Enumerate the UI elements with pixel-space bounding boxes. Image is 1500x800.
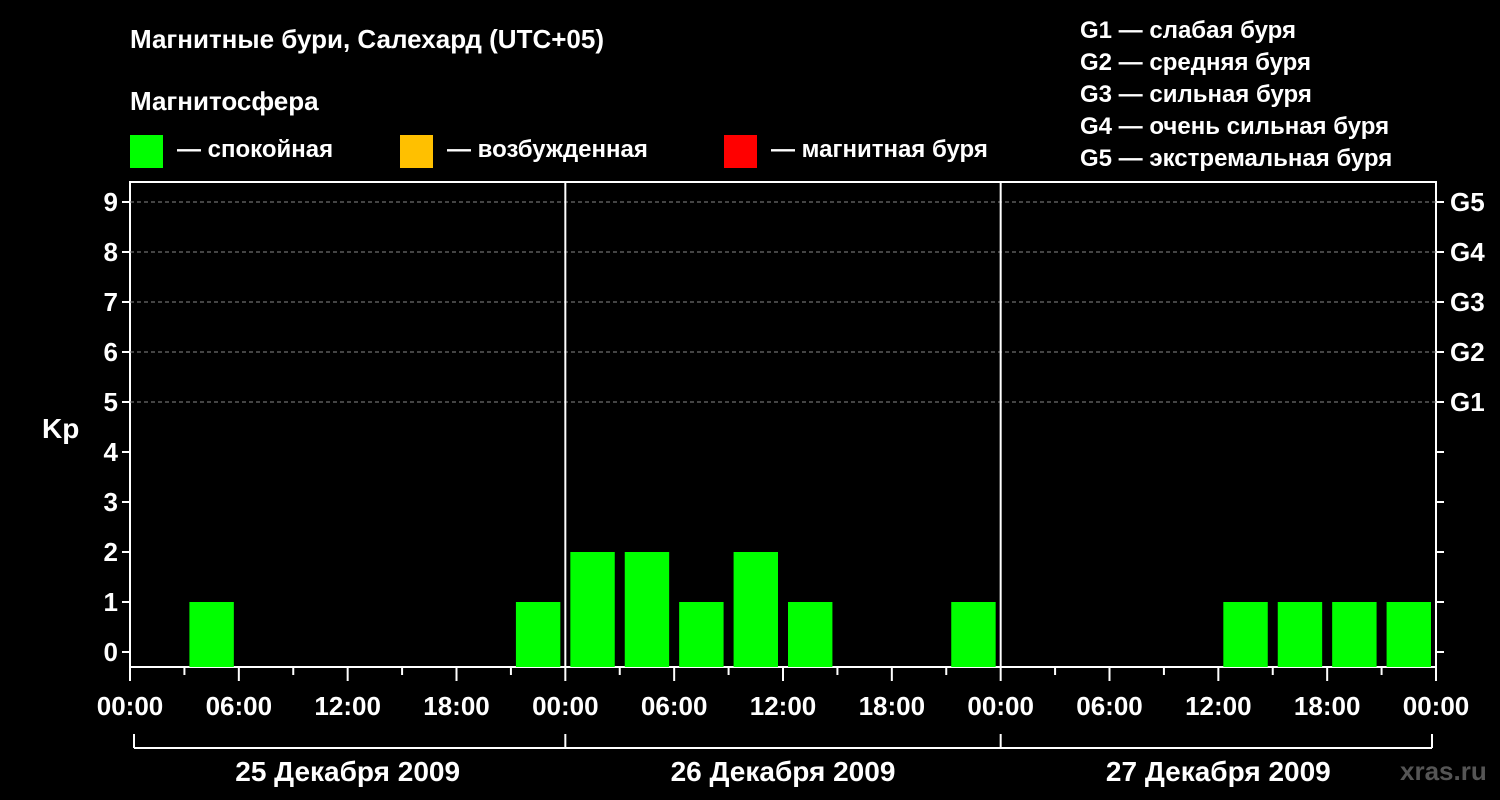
x-tick-label: 00:00 <box>1403 691 1470 721</box>
magnetic-storm-chart: Магнитные бури, Салехард (UTC+05) Магнит… <box>42 17 1487 787</box>
kp-bar <box>679 602 724 667</box>
y-axis-label: Kp <box>42 413 79 444</box>
plot-area: 0 1 2 3 4 5 6 7 8 9 G1 G2 G3 G4 G5 00:00 06:00 12:00 18:00… <box>97 181 1485 787</box>
x-tick-label: 00:00 <box>967 691 1034 721</box>
kp-bar <box>1386 602 1431 667</box>
x-tick-label: 18:00 <box>859 691 926 721</box>
legend-label-storm: — магнитная буря <box>771 136 988 163</box>
storm-scale-g5: G5 — экстремальная буря <box>1080 145 1392 172</box>
kp-bar <box>788 602 833 667</box>
kp-bar <box>624 552 670 667</box>
day-label: 26 Декабря 2009 <box>671 756 896 787</box>
y-tick-label: 9 <box>104 187 118 217</box>
kp-bar <box>951 602 996 667</box>
kp-bar <box>1223 602 1268 667</box>
legend-swatch-excited <box>400 135 433 168</box>
legend-swatch-quiet <box>130 135 163 168</box>
storm-scale-legend: G1 — слабая буря G2 — средняя буря G3 — … <box>1080 17 1392 172</box>
y-tick-label: 1 <box>104 587 118 617</box>
y-tick-label: 3 <box>104 487 118 517</box>
plot-frame <box>129 181 1437 668</box>
legend-swatch-storm <box>724 135 757 168</box>
chart-root: Магнитные бури, Салехард (UTC+05) Магнит… <box>0 0 1500 800</box>
storm-scale-g1: G1 — слабая буря <box>1080 17 1296 44</box>
y-tick-label: 5 <box>104 387 118 417</box>
legend: — спокойная — возбужденная — магнитная б… <box>130 135 988 168</box>
legend-label-quiet: — спокойная <box>177 136 333 163</box>
day-label: 25 Декабря 2009 <box>235 756 460 787</box>
watermark: xras.ru <box>1400 756 1487 786</box>
kp-bar <box>1332 602 1377 667</box>
chart-title: Магнитные бури, Салехард (UTC+05) <box>130 24 604 54</box>
right-tick-label-g3: G3 <box>1450 287 1485 317</box>
x-tick-label: 06:00 <box>641 691 708 721</box>
kp-bar <box>1277 602 1323 667</box>
x-tick-label: 00:00 <box>532 691 599 721</box>
kp-bar <box>733 552 778 667</box>
right-tick-label-g4: G4 <box>1450 237 1485 267</box>
x-tick-label: 06:00 <box>206 691 273 721</box>
x-tick-label: 18:00 <box>1294 691 1361 721</box>
y-tick-label: 7 <box>104 287 118 317</box>
y-tick-label: 2 <box>104 537 118 567</box>
kp-bar <box>515 602 561 667</box>
y-tick-label: 0 <box>104 637 118 667</box>
y-tick-label: 8 <box>104 237 118 267</box>
storm-scale-g3: G3 — сильная буря <box>1080 81 1312 108</box>
kp-bar <box>570 552 615 667</box>
x-tick-label: 12:00 <box>314 691 381 721</box>
x-tick-label: 06:00 <box>1076 691 1143 721</box>
y-tick-label: 6 <box>104 337 118 367</box>
storm-scale-g2: G2 — средняя буря <box>1080 49 1311 76</box>
right-tick-label-g5: G5 <box>1450 187 1485 217</box>
right-tick-label-g1: G1 <box>1450 387 1485 417</box>
y-tick-label: 4 <box>104 437 119 467</box>
x-tick-label: 12:00 <box>750 691 817 721</box>
legend-title: Магнитосфера <box>130 86 319 116</box>
x-tick-label: 00:00 <box>97 691 164 721</box>
x-tick-label: 18:00 <box>423 691 490 721</box>
day-label: 27 Декабря 2009 <box>1106 756 1331 787</box>
legend-label-excited: — возбужденная <box>447 136 648 163</box>
kp-bar <box>189 602 234 667</box>
storm-scale-g4: G4 — очень сильная буря <box>1080 113 1389 140</box>
x-tick-label: 12:00 <box>1185 691 1252 721</box>
right-tick-label-g2: G2 <box>1450 337 1485 367</box>
